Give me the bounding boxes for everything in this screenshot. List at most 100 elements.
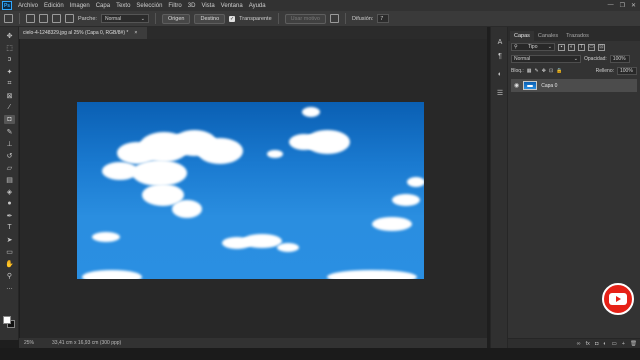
lasso-tool-icon[interactable]: ↄ xyxy=(4,55,15,64)
usar-motivo-button[interactable]: Usar motivo xyxy=(284,13,326,24)
document-tab[interactable]: cielo-4-1248329.jpg al 25% (Capa 0, RGB/… xyxy=(19,27,147,39)
menu-bar: Ps Archivo Edición Imagen Capa Texto Sel… xyxy=(0,0,640,11)
zoom-tool-icon[interactable]: ⚲ xyxy=(4,271,15,280)
new-selection-icon[interactable] xyxy=(26,14,35,23)
menu-vista[interactable]: Vista xyxy=(198,3,217,9)
youtube-button[interactable] xyxy=(602,283,634,315)
cloud-shape xyxy=(82,270,142,279)
filter-kind-select[interactable]: ⚲ Tipo ⌄ xyxy=(511,43,555,51)
hand-tool-icon[interactable]: ✋ xyxy=(4,259,15,268)
cloud-shape xyxy=(392,194,420,206)
destino-button[interactable]: Destino xyxy=(194,13,226,24)
patch-tool-icon[interactable]: ◘ xyxy=(4,115,15,124)
layer-name[interactable]: Capa 0 xyxy=(541,83,557,89)
new-group-icon[interactable]: ▭ xyxy=(612,341,617,347)
type-filter-icon[interactable]: T xyxy=(578,43,585,51)
opacity-input[interactable]: 100% xyxy=(609,55,630,63)
zoom-level[interactable]: 25% xyxy=(24,340,34,346)
blend-mode-select[interactable]: Normal ⌄ xyxy=(511,55,581,63)
play-icon xyxy=(615,296,621,302)
minimize-icon[interactable]: — xyxy=(608,2,614,9)
tab-trazados[interactable]: Trazados xyxy=(562,31,593,41)
cloud-shape xyxy=(92,232,120,242)
menu-imagen[interactable]: Imagen xyxy=(67,3,93,9)
close-tab-icon[interactable]: × xyxy=(134,30,137,36)
difusion-input[interactable]: 7 xyxy=(377,14,390,23)
intersect-selection-icon[interactable] xyxy=(65,14,74,23)
subtract-selection-icon[interactable] xyxy=(52,14,61,23)
sky-image[interactable] xyxy=(77,102,424,279)
fill-label: Relleno: xyxy=(595,68,614,74)
menu-3d[interactable]: 3D xyxy=(185,3,199,9)
blur-tool-icon[interactable]: ◈ xyxy=(4,187,15,196)
transparente-checkbox[interactable]: ✓ xyxy=(229,15,236,22)
lock-all-icon[interactable]: 🔒 xyxy=(556,68,562,74)
canvas-workspace[interactable] xyxy=(20,39,487,338)
tab-canales[interactable]: Canales xyxy=(534,31,562,41)
type-tool-icon[interactable]: T xyxy=(4,223,15,232)
gradient-tool-icon[interactable]: ▤ xyxy=(4,175,15,184)
menu-edicion[interactable]: Edición xyxy=(41,3,67,9)
menu-archivo[interactable]: Archivo xyxy=(15,3,41,9)
options-bar: Parche: Normal ⌄ Origen Destino ✓ Transp… xyxy=(0,11,640,27)
menu-texto[interactable]: Texto xyxy=(113,3,133,9)
layer-row[interactable]: ◉ Capa 0 xyxy=(511,79,637,92)
smart-object-filter-icon[interactable]: ⊡ xyxy=(598,43,605,51)
tab-capas[interactable]: Capas xyxy=(510,31,534,41)
menu-seleccion[interactable]: Selección xyxy=(133,3,165,9)
filter-kind-value: Tipo xyxy=(527,44,538,50)
adjustment-layer-icon[interactable]: ◐ xyxy=(603,341,606,347)
fill-input[interactable]: 100% xyxy=(617,67,637,75)
more-tools-icon[interactable]: … xyxy=(4,283,15,292)
menu-ventana[interactable]: Ventana xyxy=(218,3,246,9)
add-mask-icon[interactable]: ◘ xyxy=(595,341,598,347)
path-selection-tool-icon[interactable]: ➤ xyxy=(4,235,15,244)
panel-dock: A ¶ ◐ ☰ xyxy=(490,27,507,348)
new-layer-icon[interactable]: + xyxy=(622,341,625,347)
magic-wand-tool-icon[interactable]: ✦ xyxy=(4,67,15,76)
parche-value: Normal xyxy=(104,15,122,22)
delete-layer-icon[interactable]: 🗑 xyxy=(630,341,637,347)
dodge-tool-icon[interactable]: ● xyxy=(4,199,15,208)
marquee-tool-icon[interactable]: ⬚ xyxy=(4,43,15,52)
brush-tool-icon[interactable]: ✎ xyxy=(4,127,15,136)
rectangle-tool-icon[interactable]: ▭ xyxy=(4,247,15,256)
pixel-filter-icon[interactable]: ▪ xyxy=(558,43,565,51)
paragraph-panel-icon[interactable]: ¶ xyxy=(495,53,505,63)
menu-filtro[interactable]: Filtro xyxy=(165,3,184,9)
move-tool-icon[interactable]: ✥ xyxy=(4,31,15,40)
lock-artboard-icon[interactable]: ⊡ xyxy=(549,68,553,74)
maximize-icon[interactable]: ❐ xyxy=(620,2,625,9)
foreground-color-swatch[interactable] xyxy=(3,316,11,324)
menu-capa[interactable]: Capa xyxy=(93,3,113,9)
pen-tool-icon[interactable]: ✒ xyxy=(4,211,15,220)
frame-tool-icon[interactable]: ⊠ xyxy=(4,91,15,100)
adjustments-panel-icon[interactable]: ◐ xyxy=(495,71,505,81)
adjustment-filter-icon[interactable]: ◐ xyxy=(568,43,575,51)
lock-position-icon[interactable]: ✥ xyxy=(542,68,546,74)
origen-button[interactable]: Origen xyxy=(161,13,191,24)
close-icon[interactable]: ✕ xyxy=(631,2,636,9)
properties-panel-icon[interactable]: ☰ xyxy=(495,89,505,99)
patch-tool-icon[interactable] xyxy=(4,14,13,23)
shape-filter-icon[interactable]: ▭ xyxy=(588,43,595,51)
clone-stamp-tool-icon[interactable]: ⊥ xyxy=(4,139,15,148)
eyedropper-tool-icon[interactable]: ⁄ xyxy=(4,103,15,112)
parche-label: Parche: xyxy=(78,15,97,22)
eraser-tool-icon[interactable]: ▱ xyxy=(4,163,15,172)
lock-pixels-icon[interactable]: ▦ xyxy=(527,68,532,74)
layers-panel-footer: ∞ fx ◘ ◐ ▭ + 🗑 xyxy=(508,338,640,348)
history-brush-tool-icon[interactable]: ↺ xyxy=(4,151,15,160)
menu-ayuda[interactable]: Ayuda xyxy=(246,3,269,9)
character-panel-icon[interactable]: A xyxy=(495,39,505,49)
link-layers-icon[interactable]: ∞ xyxy=(577,341,581,347)
crop-tool-icon[interactable]: ⌗ xyxy=(4,79,15,88)
pattern-picker-icon[interactable] xyxy=(330,14,339,23)
add-selection-icon[interactable] xyxy=(39,14,48,23)
layer-thumbnail xyxy=(523,81,538,90)
layer-style-icon[interactable]: fx xyxy=(586,341,590,347)
eye-icon[interactable]: ◉ xyxy=(514,82,519,89)
parche-select[interactable]: Normal ⌄ xyxy=(100,14,149,23)
bottom-strip xyxy=(0,348,640,360)
lock-image-icon[interactable]: ✎ xyxy=(535,68,539,74)
